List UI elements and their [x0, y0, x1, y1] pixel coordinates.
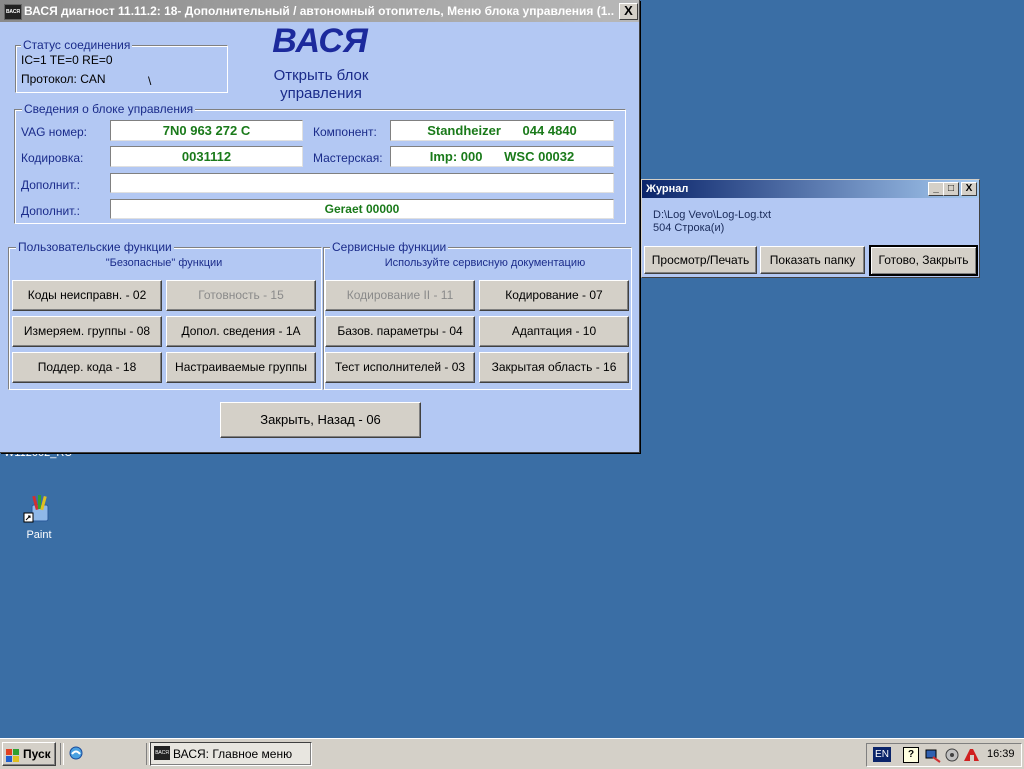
maximize-button[interactable]: □: [943, 182, 959, 196]
desktop-icon-paint[interactable]: Paint: [14, 493, 64, 541]
ati-icon[interactable]: [963, 747, 981, 763]
extra-info-label-1: Дополнит.:: [21, 178, 81, 192]
extra-info-field-2: Geraet 00000: [110, 199, 614, 219]
user-functions-subtitle: "Безопасные" функции: [105, 257, 223, 269]
vag-number-field: 7N0 963 272 C: [110, 120, 303, 141]
security-access-button[interactable]: Закрытая область - 16: [479, 352, 629, 383]
app-icon: ВАСЯ: [4, 4, 22, 20]
app-icon: ВАСЯ: [154, 746, 170, 760]
app-logo: ВАСЯ: [272, 22, 368, 60]
taskbar: Пуск ВАСЯ ВАСЯ: Главное меню EN ? 16:39: [0, 738, 1024, 769]
window-title: ВАСЯ диагност 11.11.2: 18- Дополнительны…: [24, 4, 614, 18]
taskbar-separator: [60, 743, 64, 765]
connection-status-line: IC=1 TE=0 RE=0: [21, 53, 113, 67]
protocol-label: Протокол: CAN: [21, 72, 106, 86]
output-tests-button[interactable]: Тест исполнителей - 03: [325, 352, 475, 383]
fault-codes-button[interactable]: Коды неисправн. - 02: [12, 280, 162, 311]
log-window-title: Журнал: [646, 183, 689, 195]
component-label: Компонент:: [313, 125, 377, 139]
ie-icon[interactable]: [68, 745, 84, 761]
coding-button[interactable]: Кодирование - 07: [479, 280, 629, 311]
open-block-label: Открыть блок управления: [273, 67, 369, 102]
paint-icon: [23, 493, 55, 525]
activity-spinner: \: [148, 74, 152, 88]
workshop-label: Мастерская:: [313, 151, 383, 165]
service-functions-title: Сервисные функции: [330, 240, 449, 254]
control-unit-info-title: Сведения о блоке управления: [22, 102, 196, 116]
basic-settings-button[interactable]: Базов. параметры - 04: [325, 316, 475, 347]
close-back-button[interactable]: Закрыть, Назад - 06: [220, 402, 421, 438]
network-icon[interactable]: [925, 747, 941, 763]
done-close-button[interactable]: Готово, Закрыть: [869, 245, 978, 276]
log-file-path: D:\Log Vevo\Log-Log.txt: [653, 209, 772, 221]
login-code-button[interactable]: Поддер. кода - 18: [12, 352, 162, 383]
measuring-groups-button[interactable]: Измеряем. группы - 08: [12, 316, 162, 347]
show-folder-button[interactable]: Показать папку: [760, 246, 865, 274]
adaptation-button[interactable]: Адаптация - 10: [479, 316, 629, 347]
close-button[interactable]: X: [619, 3, 638, 20]
desktop-icon-label: Paint: [26, 529, 52, 541]
component-field: Standheizer 044 4840: [390, 120, 614, 141]
system-tray: EN ? 16:39: [866, 743, 1022, 767]
start-label: Пуск: [23, 747, 51, 761]
log-close-button[interactable]: X: [961, 182, 977, 196]
minimize-button[interactable]: _: [928, 182, 944, 196]
task-label: ВАСЯ: Главное меню: [173, 747, 293, 761]
vag-number-label: VAG номер:: [21, 125, 88, 139]
clock[interactable]: 16:39: [987, 748, 1015, 760]
extra-info-label-2: Дополнит.:: [21, 204, 81, 218]
extra-info-field-1: [110, 173, 614, 193]
volume-icon[interactable]: [944, 747, 960, 763]
log-window-titlebar[interactable]: Журнал _ □ X: [642, 180, 979, 198]
taskbar-task-vasya[interactable]: ВАСЯ ВАСЯ: Главное меню: [150, 742, 312, 766]
user-functions-title: Пользовательские функции: [16, 240, 174, 254]
custom-groups-button[interactable]: Настраиваемые группы: [166, 352, 316, 383]
main-window: ВАСЯ ВАСЯ диагност 11.11.2: 18- Дополнит…: [0, 0, 640, 453]
main-window-titlebar[interactable]: ВАСЯ ВАСЯ диагност 11.11.2: 18- Дополнит…: [0, 0, 639, 22]
log-line-count: 504 Строка(и): [653, 222, 725, 234]
log-window: Журнал _ □ X D:\Log Vevo\Log-Log.txt 504…: [641, 179, 980, 278]
coding-label: Кодировка:: [21, 151, 84, 165]
windows-logo-icon: [6, 747, 20, 762]
extra-info-button[interactable]: Допол. сведения - 1A: [166, 316, 316, 347]
coding-field: 0031112: [110, 146, 303, 167]
coding-ii-button[interactable]: Кодирование II - 11: [325, 280, 475, 311]
service-functions-subtitle: Используйте сервисную документацию: [384, 257, 586, 269]
start-button[interactable]: Пуск: [2, 742, 56, 766]
language-indicator[interactable]: EN: [873, 747, 891, 762]
workshop-field: Imp: 000 WSC 00032: [390, 146, 614, 167]
connection-status-title: Статус соединения: [21, 38, 133, 52]
readiness-button[interactable]: Готовность - 15: [166, 280, 316, 311]
help-icon[interactable]: ?: [903, 747, 919, 763]
view-print-button[interactable]: Просмотр/Печать: [644, 246, 757, 274]
